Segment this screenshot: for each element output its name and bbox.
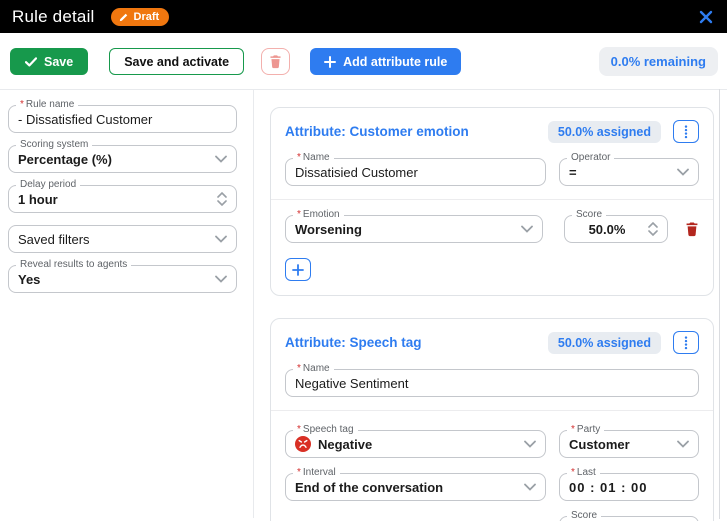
card-divider [271,410,713,411]
rule-name-field[interactable]: * Rule name [8,105,237,133]
reveal-results-select[interactable]: Reveal results to agents Yes [8,265,237,293]
attribute-card-speech-tag: Attribute: Speech tag 50.0% assigned * N… [270,318,714,521]
scoring-system-label: Scoring system [16,139,92,150]
party-label: * Party [567,424,604,435]
attribute-name-field[interactable]: * Name [285,369,699,397]
close-button[interactable] [697,8,715,26]
required-asterisk: * [20,99,24,110]
chevron-down-icon [215,275,227,283]
interval-label: * Interval [293,467,340,478]
attribute-name-input[interactable] [295,165,536,180]
attribute-rules-panel: Attribute: Customer emotion 50.0% assign… [254,90,727,518]
delay-period-stepper[interactable] [217,192,227,206]
chevron-down-icon [677,168,689,176]
score-label: Score [567,510,601,521]
pencil-icon [119,12,129,22]
add-condition-button[interactable] [285,258,311,281]
check-icon [25,57,37,67]
attribute-name-label: * Name [293,152,334,163]
score-field[interactable]: Score 50.0% [559,516,699,521]
assigned-badge: 50.0% assigned [548,332,661,354]
chevron-down-icon [524,483,536,491]
delay-period-field[interactable]: Delay period 1 hour [8,185,237,213]
chevron-down-icon [521,225,533,233]
plus-icon [292,264,304,276]
remaining-badge: 0.0% remaining [599,47,718,76]
assigned-badge: 50.0% assigned [548,121,661,143]
toolbar: Save Save and activate Add attribute rul… [0,33,727,90]
attribute-name-field[interactable]: * Name [285,158,546,186]
title-bar: Rule detail Draft [0,0,727,33]
rule-name-input[interactable] [18,112,227,127]
card-divider [271,199,713,200]
attribute-name-input[interactable] [295,376,689,391]
emotion-value: Worsening [295,222,362,237]
save-and-activate-button[interactable]: Save and activate [109,48,244,75]
score-value: 50.0% [589,222,626,237]
plus-icon [324,56,336,68]
delay-period-label: Delay period [16,179,80,190]
panel-scrollbar[interactable] [719,89,720,519]
card-menu-button[interactable] [673,331,699,354]
trash-icon [269,54,282,69]
save-button-label: Save [44,55,73,69]
interval-select[interactable]: * Interval End of the conversation [285,473,546,501]
delete-rule-button[interactable] [261,48,290,75]
kebab-icon [684,125,688,139]
score-label: Score [572,209,606,220]
chevron-down-icon [677,440,689,448]
score-field[interactable]: Score 50.0% [564,215,668,243]
party-select[interactable]: * Party Customer [559,430,699,458]
speech-tag-select[interactable]: * Speech tag Negative [285,430,546,458]
trash-icon [685,221,699,237]
close-icon [699,10,713,24]
last-label: * Last [567,467,600,478]
save-button[interactable]: Save [10,48,88,75]
speech-tag-label: * Speech tag [293,424,358,435]
card-title: Attribute: Customer emotion [285,124,469,139]
save-and-activate-label: Save and activate [124,55,229,69]
delay-period-value: 1 hour [18,192,58,207]
negative-emotion-icon [295,436,311,452]
kebab-icon [684,336,688,350]
score-stepper[interactable] [648,222,658,236]
operator-value: = [569,165,577,180]
speech-tag-value: Negative [318,437,372,452]
card-menu-button[interactable] [673,120,699,143]
status-badge-label: Draft [134,11,160,23]
party-value: Customer [569,437,630,452]
emotion-label: * Emotion [293,209,344,220]
status-badge: Draft [111,8,170,26]
emotion-select[interactable]: * Emotion Worsening [285,215,543,243]
content-area: * Rule name Scoring system Percentage (%… [0,90,727,518]
rule-settings-panel: * Rule name Scoring system Percentage (%… [0,90,254,518]
rule-name-label: * Rule name [16,99,78,110]
scoring-system-select[interactable]: Scoring system Percentage (%) [8,145,237,173]
add-attribute-rule-label: Add attribute rule [343,55,447,69]
chevron-down-icon [524,440,536,448]
attribute-card-customer-emotion: Attribute: Customer emotion 50.0% assign… [270,107,714,296]
card-title: Attribute: Speech tag [285,335,422,350]
reveal-results-label: Reveal results to agents [16,259,131,270]
interval-value: End of the conversation [295,480,443,495]
reveal-results-value: Yes [18,272,40,287]
last-value: 00 : 01 : 00 [569,480,648,495]
scoring-system-value: Percentage (%) [18,152,112,167]
page-title: Rule detail [12,7,95,27]
saved-filters-value: Saved filters [18,232,90,247]
saved-filters-select[interactable]: Saved filters [8,225,237,253]
operator-select[interactable]: Operator = [559,158,699,186]
add-attribute-rule-button[interactable]: Add attribute rule [310,48,461,75]
last-duration-field[interactable]: * Last 00 : 01 : 00 [559,473,699,501]
operator-label: Operator [567,152,614,163]
attribute-name-label: * Name [293,363,334,374]
delete-condition-button[interactable] [685,215,699,243]
chevron-down-icon [215,155,227,163]
chevron-down-icon [215,235,227,243]
